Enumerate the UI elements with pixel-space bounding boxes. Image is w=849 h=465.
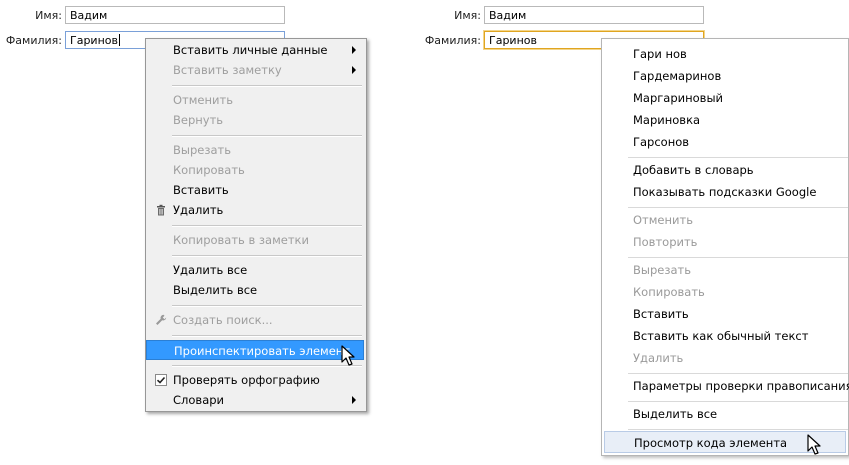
menu-item-label: Удалить <box>173 203 224 217</box>
menu-item-copy[interactable]: Копировать <box>603 281 848 303</box>
menu-item-create-search[interactable]: Создать поиск... <box>148 310 364 330</box>
checkbox-checked-icon <box>155 374 167 386</box>
last-name-label: Фамилия: <box>5 34 62 47</box>
menu-separator <box>628 429 848 430</box>
context-menu-chrome: Гари нов Гардемаринов Маргариновый Марин… <box>601 38 849 456</box>
menu-separator <box>628 401 848 402</box>
spelling-suggestion[interactable]: Гари нов <box>603 43 848 65</box>
spelling-suggestion[interactable]: Мариновка <box>603 109 848 131</box>
menu-item-redo[interactable]: Повторить <box>603 231 848 253</box>
menu-item-spell-settings[interactable]: Параметры проверки правописания <box>603 375 849 397</box>
menu-item-label: Проверять орфографию <box>173 373 320 387</box>
submenu-arrow-icon <box>352 46 356 54</box>
menu-item-delete-all[interactable]: Удалить все <box>148 260 364 280</box>
menu-item-undo[interactable]: Отменить <box>148 90 364 110</box>
menu-item-cut[interactable]: Вырезать <box>603 259 848 281</box>
menu-item-insert-personal[interactable]: Вставить личные данные <box>148 40 364 60</box>
first-name-field[interactable]: Вадим <box>484 6 704 24</box>
last-name-value: Гаринов <box>70 34 118 47</box>
last-name-label: Фамилия: <box>424 34 481 47</box>
submenu-arrow-icon <box>352 66 356 74</box>
last-name-row: Фамилия: <box>0 31 62 53</box>
menu-item-insert-note[interactable]: Вставить заметку <box>148 60 364 80</box>
text-caret <box>119 34 120 46</box>
context-menu-firefox: Вставить личные данные Вставить заметку … <box>145 38 367 412</box>
menu-item-redo[interactable]: Вернуть <box>148 110 364 130</box>
submenu-arrow-icon <box>352 396 356 404</box>
menu-separator <box>172 335 362 337</box>
menu-separator <box>172 225 362 227</box>
spelling-suggestion[interactable]: Гардемаринов <box>603 65 848 87</box>
menu-item-label: Создать поиск... <box>173 313 273 327</box>
menu-separator <box>628 373 848 374</box>
mouse-pointer-icon <box>807 434 821 455</box>
menu-item-label: Вставить личные данные <box>173 43 328 57</box>
menu-item-copy-to-notes[interactable]: Копировать в заметки <box>148 230 364 250</box>
trash-icon <box>157 204 165 216</box>
menu-separator <box>628 257 848 258</box>
menu-item-google-hints[interactable]: Показывать подсказки Google <box>603 181 848 203</box>
first-name-row: Имя: <box>0 6 62 28</box>
menu-item-select-all[interactable]: Выделить все <box>148 280 364 300</box>
menu-separator <box>628 207 848 208</box>
menu-item-inspect-element[interactable]: Проинспектировать элемент <box>146 340 364 360</box>
menu-item-undo[interactable]: Отменить <box>603 209 848 231</box>
wrench-icon <box>156 314 167 325</box>
menu-item-select-all[interactable]: Выделить все <box>603 403 848 425</box>
menu-item-label: Словари <box>173 393 225 407</box>
menu-item-paste-plain[interactable]: Вставить как обычный текст <box>603 325 848 347</box>
first-name-label: Имя: <box>35 9 62 22</box>
menu-item-label: Вставить заметку <box>173 63 282 77</box>
mouse-pointer-icon <box>341 345 355 366</box>
last-name-row: Фамилия: <box>420 31 481 53</box>
menu-item-add-to-dictionary[interactable]: Добавить в словарь <box>603 159 848 181</box>
first-name-label: Имя: <box>454 9 481 22</box>
menu-separator <box>172 135 362 137</box>
menu-item-check-spelling[interactable]: Проверять орфографию <box>148 370 364 390</box>
spelling-suggestion[interactable]: Гарсонов <box>603 131 848 153</box>
menu-item-delete[interactable]: Удалить <box>603 347 848 369</box>
menu-item-copy[interactable]: Копировать <box>148 160 364 180</box>
first-name-row: Имя: <box>420 6 481 28</box>
spelling-suggestion[interactable]: Маргариновый <box>603 87 848 109</box>
menu-item-cut[interactable]: Вырезать <box>148 140 364 160</box>
menu-item-paste[interactable]: Вставить <box>603 303 848 325</box>
menu-separator <box>172 85 362 87</box>
menu-item-delete[interactable]: Удалить <box>148 200 364 220</box>
menu-separator <box>172 255 362 257</box>
menu-separator <box>172 305 362 307</box>
first-name-field[interactable]: Вадим <box>65 6 285 24</box>
menu-separator <box>172 365 362 367</box>
menu-item-paste[interactable]: Вставить <box>148 180 364 200</box>
menu-item-dictionaries[interactable]: Словари <box>148 390 364 410</box>
menu-separator <box>628 157 848 158</box>
